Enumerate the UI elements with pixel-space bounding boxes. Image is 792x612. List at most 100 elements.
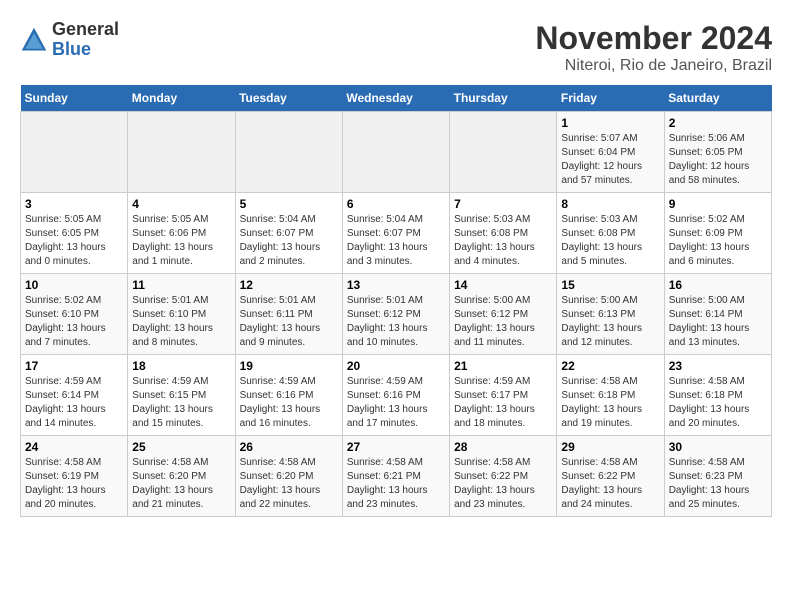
day-number: 3: [25, 197, 123, 211]
calendar-cell: 13 Sunrise: 5:01 AM Sunset: 6:12 PM Dayli…: [342, 274, 449, 355]
day-number: 18: [132, 359, 230, 373]
day-info: Sunrise: 5:00 AM Sunset: 6:14 PM Dayligh…: [669, 294, 767, 350]
day-info: Sunrise: 4:59 AM Sunset: 6:14 PM Dayligh…: [25, 375, 123, 431]
calendar-body: 1 Sunrise: 5:07 AM Sunset: 6:04 PM Daylig…: [21, 112, 772, 517]
calendar-cell: 21 Sunrise: 4:59 AM Sunset: 6:17 PM Dayli…: [450, 355, 557, 436]
day-number: 2: [669, 116, 767, 130]
day-number: 15: [561, 278, 659, 292]
day-info: Sunrise: 4:59 AM Sunset: 6:17 PM Dayligh…: [454, 375, 552, 431]
calendar-cell: 26 Sunrise: 4:58 AM Sunset: 6:20 PM Dayli…: [235, 436, 342, 517]
day-number: 30: [669, 440, 767, 454]
day-info: Sunrise: 5:02 AM Sunset: 6:10 PM Dayligh…: [25, 294, 123, 350]
day-info: Sunrise: 5:04 AM Sunset: 6:07 PM Dayligh…: [347, 213, 445, 269]
day-number: 28: [454, 440, 552, 454]
weekday-header-row: Sunday Monday Tuesday Wednesday Thursday…: [21, 85, 772, 112]
calendar-cell: 27 Sunrise: 4:58 AM Sunset: 6:21 PM Dayli…: [342, 436, 449, 517]
day-info: Sunrise: 5:01 AM Sunset: 6:10 PM Dayligh…: [132, 294, 230, 350]
day-info: Sunrise: 5:07 AM Sunset: 6:04 PM Dayligh…: [561, 132, 659, 188]
calendar-week-row: 10 Sunrise: 5:02 AM Sunset: 6:10 PM Dayli…: [21, 274, 772, 355]
day-info: Sunrise: 5:04 AM Sunset: 6:07 PM Dayligh…: [240, 213, 338, 269]
day-number: 8: [561, 197, 659, 211]
day-number: 9: [669, 197, 767, 211]
calendar-table: Sunday Monday Tuesday Wednesday Thursday…: [20, 85, 772, 517]
header-sunday: Sunday: [21, 85, 128, 112]
day-info: Sunrise: 4:58 AM Sunset: 6:23 PM Dayligh…: [669, 456, 767, 512]
header-friday: Friday: [557, 85, 664, 112]
calendar-cell: 10 Sunrise: 5:02 AM Sunset: 6:10 PM Dayli…: [21, 274, 128, 355]
day-number: 22: [561, 359, 659, 373]
day-info: Sunrise: 5:03 AM Sunset: 6:08 PM Dayligh…: [561, 213, 659, 269]
title-block: November 2024 Niteroi, Rio de Janeiro, B…: [535, 20, 772, 75]
calendar-cell: 5 Sunrise: 5:04 AM Sunset: 6:07 PM Daylig…: [235, 193, 342, 274]
day-number: 1: [561, 116, 659, 130]
calendar-cell: 15Sunrise: 5:00 AM Sunset: 6:13 PM Dayli…: [557, 274, 664, 355]
calendar-cell: 17 Sunrise: 4:59 AM Sunset: 6:14 PM Dayli…: [21, 355, 128, 436]
day-number: 17: [25, 359, 123, 373]
calendar-cell: 1 Sunrise: 5:07 AM Sunset: 6:04 PM Daylig…: [557, 112, 664, 193]
day-info: Sunrise: 5:01 AM Sunset: 6:11 PM Dayligh…: [240, 294, 338, 350]
day-info: Sunrise: 5:05 AM Sunset: 6:06 PM Dayligh…: [132, 213, 230, 269]
header-wednesday: Wednesday: [342, 85, 449, 112]
calendar-cell: 22Sunrise: 4:58 AM Sunset: 6:18 PM Dayli…: [557, 355, 664, 436]
calendar-cell: [450, 112, 557, 193]
day-number: 23: [669, 359, 767, 373]
day-number: 27: [347, 440, 445, 454]
day-info: Sunrise: 4:59 AM Sunset: 6:16 PM Dayligh…: [347, 375, 445, 431]
calendar-week-row: 1 Sunrise: 5:07 AM Sunset: 6:04 PM Daylig…: [21, 112, 772, 193]
logo: General Blue: [20, 20, 119, 60]
calendar-cell: 29 Sunrise: 4:58 AM Sunset: 6:22 PM Dayli…: [557, 436, 664, 517]
calendar-cell: 6Sunrise: 5:04 AM Sunset: 6:07 PM Daylig…: [342, 193, 449, 274]
day-number: 4: [132, 197, 230, 211]
calendar-cell: [342, 112, 449, 193]
day-number: 16: [669, 278, 767, 292]
day-info: Sunrise: 5:01 AM Sunset: 6:12 PM Dayligh…: [347, 294, 445, 350]
header-tuesday: Tuesday: [235, 85, 342, 112]
day-info: Sunrise: 4:58 AM Sunset: 6:20 PM Dayligh…: [240, 456, 338, 512]
day-number: 13: [347, 278, 445, 292]
calendar-week-row: 3 Sunrise: 5:05 AM Sunset: 6:05 PM Daylig…: [21, 193, 772, 274]
logo-text: General Blue: [52, 20, 119, 60]
day-number: 12: [240, 278, 338, 292]
calendar-cell: [21, 112, 128, 193]
day-info: Sunrise: 5:00 AM Sunset: 6:12 PM Dayligh…: [454, 294, 552, 350]
calendar-cell: 12 Sunrise: 5:01 AM Sunset: 6:11 PM Dayli…: [235, 274, 342, 355]
calendar-cell: 20Sunrise: 4:59 AM Sunset: 6:16 PM Dayli…: [342, 355, 449, 436]
day-number: 7: [454, 197, 552, 211]
day-number: 21: [454, 359, 552, 373]
calendar-cell: 19Sunrise: 4:59 AM Sunset: 6:16 PM Dayli…: [235, 355, 342, 436]
day-number: 5: [240, 197, 338, 211]
calendar-cell: 7 Sunrise: 5:03 AM Sunset: 6:08 PM Daylig…: [450, 193, 557, 274]
day-number: 14: [454, 278, 552, 292]
calendar-week-row: 17 Sunrise: 4:59 AM Sunset: 6:14 PM Dayli…: [21, 355, 772, 436]
day-info: Sunrise: 5:03 AM Sunset: 6:08 PM Dayligh…: [454, 213, 552, 269]
day-info: Sunrise: 5:05 AM Sunset: 6:05 PM Dayligh…: [25, 213, 123, 269]
day-number: 11: [132, 278, 230, 292]
day-info: Sunrise: 4:58 AM Sunset: 6:22 PM Dayligh…: [561, 456, 659, 512]
calendar-cell: 30 Sunrise: 4:58 AM Sunset: 6:23 PM Dayli…: [664, 436, 771, 517]
month-title: November 2024: [535, 20, 772, 57]
day-number: 19: [240, 359, 338, 373]
header-monday: Monday: [128, 85, 235, 112]
calendar-cell: 3 Sunrise: 5:05 AM Sunset: 6:05 PM Daylig…: [21, 193, 128, 274]
calendar-cell: 9 Sunrise: 5:02 AM Sunset: 6:09 PM Daylig…: [664, 193, 771, 274]
calendar-cell: 23 Sunrise: 4:58 AM Sunset: 6:18 PM Dayli…: [664, 355, 771, 436]
day-info: Sunrise: 4:59 AM Sunset: 6:15 PM Dayligh…: [132, 375, 230, 431]
day-info: Sunrise: 5:02 AM Sunset: 6:09 PM Dayligh…: [669, 213, 767, 269]
calendar-cell: 16 Sunrise: 5:00 AM Sunset: 6:14 PM Dayli…: [664, 274, 771, 355]
day-number: 25: [132, 440, 230, 454]
location: Niteroi, Rio de Janeiro, Brazil: [535, 57, 772, 75]
calendar-cell: 18 Sunrise: 4:59 AM Sunset: 6:15 PM Dayli…: [128, 355, 235, 436]
header-thursday: Thursday: [450, 85, 557, 112]
calendar-cell: 28Sunrise: 4:58 AM Sunset: 6:22 PM Dayli…: [450, 436, 557, 517]
day-info: Sunrise: 4:58 AM Sunset: 6:19 PM Dayligh…: [25, 456, 123, 512]
day-info: Sunrise: 4:58 AM Sunset: 6:18 PM Dayligh…: [669, 375, 767, 431]
calendar-cell: 4 Sunrise: 5:05 AM Sunset: 6:06 PM Daylig…: [128, 193, 235, 274]
header-saturday: Saturday: [664, 85, 771, 112]
day-number: 26: [240, 440, 338, 454]
day-info: Sunrise: 4:58 AM Sunset: 6:21 PM Dayligh…: [347, 456, 445, 512]
calendar-cell: 2Sunrise: 5:06 AM Sunset: 6:05 PM Daylig…: [664, 112, 771, 193]
day-number: 29: [561, 440, 659, 454]
calendar-cell: 8 Sunrise: 5:03 AM Sunset: 6:08 PM Daylig…: [557, 193, 664, 274]
day-number: 10: [25, 278, 123, 292]
calendar-header: Sunday Monday Tuesday Wednesday Thursday…: [21, 85, 772, 112]
